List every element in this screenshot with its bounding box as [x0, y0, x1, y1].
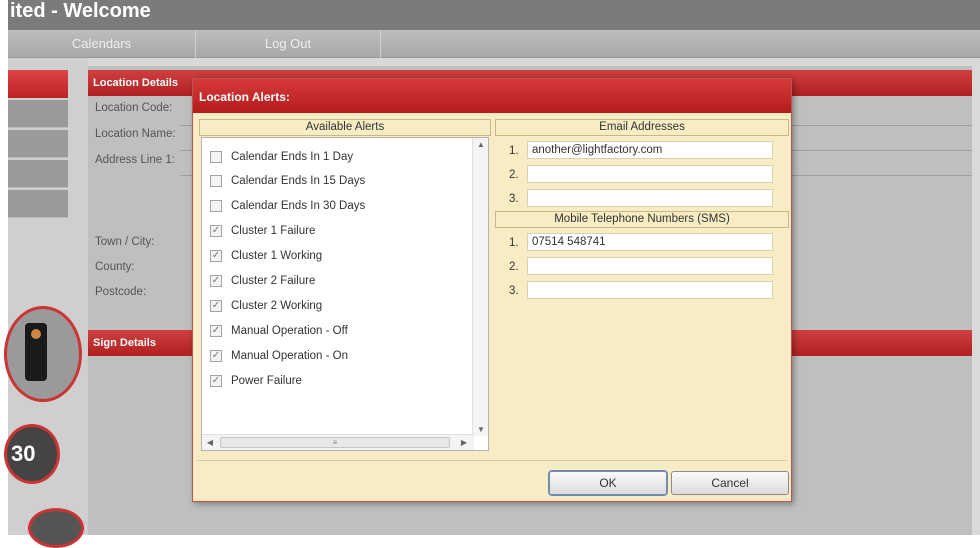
location-name-label: Location Name:	[95, 128, 176, 140]
county-label: County:	[95, 261, 135, 273]
checkbox[interactable]	[210, 200, 222, 212]
email-number: 2.	[509, 169, 519, 181]
alert-label: Manual Operation - On	[231, 350, 348, 362]
sms-numbers-header: Mobile Telephone Numbers (SMS)	[495, 211, 789, 228]
alert-item[interactable]: ✓ Power Failure	[210, 372, 302, 390]
cancel-button[interactable]: Cancel	[671, 471, 789, 495]
alert-item[interactable]: Calendar Ends In 15 Days	[210, 172, 365, 190]
alert-label: Cluster 2 Working	[231, 300, 323, 312]
sms-number: 2.	[509, 261, 519, 273]
scroll-left-icon[interactable]: ◀	[202, 438, 218, 447]
dialog-title: Location Alerts:	[193, 79, 791, 113]
window-title: ited - Welcome	[8, 0, 980, 30]
checkbox-checked[interactable]: ✓	[210, 250, 222, 262]
ok-button[interactable]: OK	[548, 470, 668, 496]
email-number: 1.	[509, 145, 519, 157]
vertical-scrollbar[interactable]: ▲ ▼	[472, 138, 488, 436]
counter-text: 30	[11, 441, 36, 466]
checkbox-checked[interactable]: ✓	[210, 225, 222, 237]
checkbox[interactable]	[210, 151, 222, 163]
checkbox-checked[interactable]: ✓	[210, 375, 222, 387]
available-alerts-header: Available Alerts	[199, 119, 491, 136]
checkbox-checked[interactable]: ✓	[210, 300, 222, 312]
scroll-thumb[interactable]: ≡	[220, 437, 450, 448]
checkbox-checked[interactable]: ✓	[210, 275, 222, 287]
alert-label: Calendar Ends In 15 Days	[231, 175, 366, 187]
sign-icon[interactable]	[28, 508, 84, 548]
location-alerts-dialog: Location Alerts: Available Alerts Email …	[192, 78, 792, 502]
alert-label: Cluster 1 Working	[231, 250, 323, 262]
email-addresses-header: Email Addresses	[495, 119, 789, 136]
alert-item[interactable]: ✓ Cluster 1 Failure	[210, 222, 315, 240]
alert-item[interactable]: ✓ Cluster 1 Working	[210, 247, 322, 265]
alert-label: Cluster 1 Failure	[231, 225, 316, 237]
left-menu-active[interactable]	[8, 70, 68, 98]
dialog-footer-divider	[197, 460, 787, 461]
device-lamp-icon	[31, 329, 41, 339]
checkbox-checked[interactable]: ✓	[210, 325, 222, 337]
alert-item[interactable]: ✓ Manual Operation - Off	[210, 322, 348, 340]
sms-field[interactable]: 07514 548741	[527, 233, 773, 251]
alert-item[interactable]: ✓ Manual Operation - On	[210, 347, 348, 365]
alert-label: Manual Operation - Off	[231, 325, 348, 337]
horizontal-scrollbar[interactable]: ◀ ≡ ▶	[202, 434, 474, 450]
alert-label: Calendar Ends In 1 Day	[231, 151, 354, 163]
sms-field[interactable]	[527, 257, 773, 275]
left-menu-item[interactable]	[8, 160, 68, 188]
alert-item[interactable]: Calendar Ends In 1 Day	[210, 148, 353, 166]
left-menu-item[interactable]	[8, 190, 68, 218]
checkbox[interactable]	[210, 175, 222, 187]
sms-number: 3.	[509, 285, 519, 297]
nav-bar: Calendars Log Out	[8, 30, 980, 58]
email-field[interactable]	[527, 165, 773, 183]
left-menu-item[interactable]	[8, 100, 68, 128]
device-icon[interactable]	[4, 306, 82, 402]
left-menu-item[interactable]	[8, 130, 68, 158]
nav-item-calendars[interactable]: Calendars	[8, 30, 196, 58]
address-line-1-label: Address Line 1:	[95, 154, 175, 166]
town-city-label: Town / City:	[95, 236, 155, 248]
email-number: 3.	[509, 193, 519, 205]
scroll-up-icon[interactable]: ▲	[473, 140, 489, 149]
sms-number: 1.	[509, 237, 519, 249]
alerts-list[interactable]: Calendar Ends In 1 Day Calendar Ends In …	[201, 137, 489, 451]
sms-field[interactable]	[527, 281, 773, 299]
alert-item[interactable]: Calendar Ends In 30 Days	[210, 197, 365, 215]
postcode-label: Postcode:	[95, 286, 147, 298]
alert-label: Calendar Ends In 30 Days	[231, 200, 366, 212]
checkbox-checked[interactable]: ✓	[210, 350, 222, 362]
scroll-down-icon[interactable]: ▼	[473, 425, 489, 434]
alert-item[interactable]: ✓ Cluster 2 Failure	[210, 272, 315, 290]
counter-icon[interactable]: 30	[4, 424, 60, 484]
email-field[interactable]	[527, 189, 773, 207]
alert-label: Power Failure	[231, 375, 302, 387]
alert-label: Cluster 2 Failure	[231, 275, 316, 287]
alert-item[interactable]: ✓ Cluster 2 Working	[210, 297, 322, 315]
scroll-right-icon[interactable]: ▶	[456, 438, 472, 447]
email-field[interactable]: another@lightfactory.com	[527, 141, 773, 159]
nav-item-logout[interactable]: Log Out	[196, 30, 381, 58]
location-code-label: Location Code:	[95, 102, 173, 114]
